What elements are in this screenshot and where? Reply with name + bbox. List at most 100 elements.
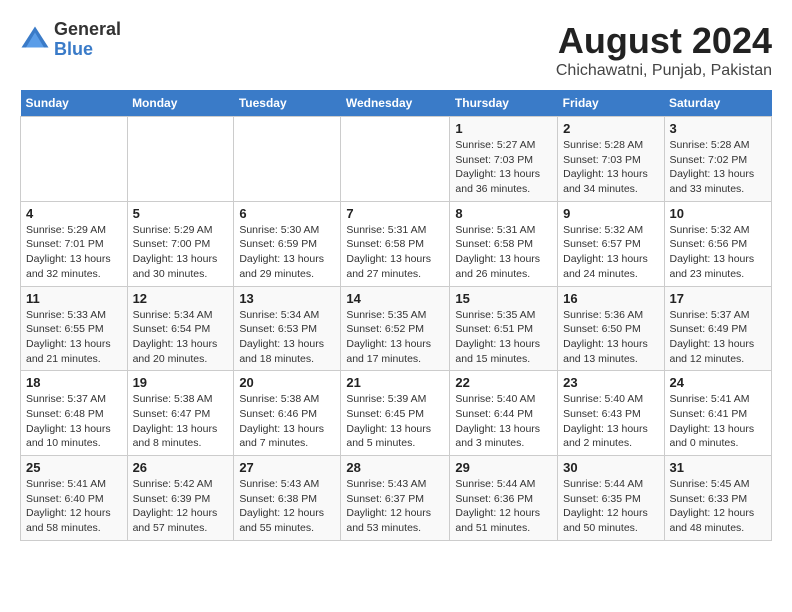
day-info: Sunrise: 5:33 AMSunset: 6:55 PMDaylight:… (26, 308, 122, 367)
calendar-cell: 13 Sunrise: 5:34 AMSunset: 6:53 PMDayligh… (234, 286, 341, 371)
day-info: Sunrise: 5:35 AMSunset: 6:52 PMDaylight:… (346, 308, 444, 367)
column-header-friday: Friday (558, 90, 664, 117)
day-info: Sunrise: 5:40 AMSunset: 6:44 PMDaylight:… (455, 392, 552, 451)
calendar-cell: 12 Sunrise: 5:34 AMSunset: 6:54 PMDayligh… (127, 286, 234, 371)
day-number: 12 (133, 291, 229, 306)
logo: General Blue (20, 20, 121, 60)
day-number: 3 (670, 121, 767, 136)
calendar-cell: 27Sunrise: 5:43 AMSunset: 6:38 PMDayligh… (234, 456, 341, 541)
calendar-week-4: 18Sunrise: 5:37 AMSunset: 6:48 PMDayligh… (21, 371, 772, 456)
calendar-cell: 26Sunrise: 5:42 AMSunset: 6:39 PMDayligh… (127, 456, 234, 541)
day-number: 27 (239, 460, 335, 475)
calendar-cell: 9 Sunrise: 5:32 AMSunset: 6:57 PMDaylight… (558, 201, 664, 286)
logo-blue: Blue (54, 40, 121, 60)
day-info: Sunrise: 5:31 AMSunset: 6:58 PMDaylight:… (455, 223, 552, 282)
day-number: 2 (563, 121, 658, 136)
day-info: Sunrise: 5:42 AMSunset: 6:39 PMDaylight:… (133, 477, 229, 536)
day-info: Sunrise: 5:32 AMSunset: 6:56 PMDaylight:… (670, 223, 767, 282)
calendar-cell: 20Sunrise: 5:38 AMSunset: 6:46 PMDayligh… (234, 371, 341, 456)
day-info: Sunrise: 5:28 AMSunset: 7:02 PMDaylight:… (670, 138, 767, 197)
day-info: Sunrise: 5:35 AMSunset: 6:51 PMDaylight:… (455, 308, 552, 367)
month-title: August 2024 (556, 20, 772, 62)
calendar-cell: 6 Sunrise: 5:30 AMSunset: 6:59 PMDaylight… (234, 201, 341, 286)
calendar-cell: 28 Sunrise: 5:43 AMSunset: 6:37 PMDayligh… (341, 456, 450, 541)
calendar-week-1: 1 Sunrise: 5:27 AMSunset: 7:03 PMDaylight… (21, 117, 772, 202)
calendar-cell: 24Sunrise: 5:41 AMSunset: 6:41 PMDayligh… (664, 371, 772, 456)
day-number: 11 (26, 291, 122, 306)
calendar-cell: 17Sunrise: 5:37 AMSunset: 6:49 PMDayligh… (664, 286, 772, 371)
day-number: 21 (346, 375, 444, 390)
calendar-cell: 11 Sunrise: 5:33 AMSunset: 6:55 PMDayligh… (21, 286, 128, 371)
day-info: Sunrise: 5:41 AMSunset: 6:40 PMDaylight:… (26, 477, 122, 536)
day-info: Sunrise: 5:40 AMSunset: 6:43 PMDaylight:… (563, 392, 658, 451)
day-number: 17 (670, 291, 767, 306)
logo-icon (20, 25, 50, 55)
day-number: 19 (133, 375, 229, 390)
calendar-cell (341, 117, 450, 202)
calendar-cell (21, 117, 128, 202)
calendar-cell: 10 Sunrise: 5:32 AMSunset: 6:56 PMDayligh… (664, 201, 772, 286)
calendar-cell (127, 117, 234, 202)
day-info: Sunrise: 5:34 AMSunset: 6:54 PMDaylight:… (133, 308, 229, 367)
calendar-cell: 18Sunrise: 5:37 AMSunset: 6:48 PMDayligh… (21, 371, 128, 456)
calendar-cell: 31 Sunrise: 5:45 AMSunset: 6:33 PMDayligh… (664, 456, 772, 541)
day-number: 29 (455, 460, 552, 475)
day-number: 7 (346, 206, 444, 221)
calendar-cell: 19 Sunrise: 5:38 AMSunset: 6:47 PMDayligh… (127, 371, 234, 456)
day-info: Sunrise: 5:34 AMSunset: 6:53 PMDaylight:… (239, 308, 335, 367)
column-header-monday: Monday (127, 90, 234, 117)
calendar-cell: 14 Sunrise: 5:35 AMSunset: 6:52 PMDayligh… (341, 286, 450, 371)
day-info: Sunrise: 5:44 AMSunset: 6:36 PMDaylight:… (455, 477, 552, 536)
day-info: Sunrise: 5:29 AMSunset: 7:00 PMDaylight:… (133, 223, 229, 282)
column-header-tuesday: Tuesday (234, 90, 341, 117)
calendar-week-3: 11 Sunrise: 5:33 AMSunset: 6:55 PMDayligh… (21, 286, 772, 371)
day-info: Sunrise: 5:36 AMSunset: 6:50 PMDaylight:… (563, 308, 658, 367)
day-info: Sunrise: 5:43 AMSunset: 6:37 PMDaylight:… (346, 477, 444, 536)
calendar-cell: 3 Sunrise: 5:28 AMSunset: 7:02 PMDaylight… (664, 117, 772, 202)
day-number: 10 (670, 206, 767, 221)
day-number: 30 (563, 460, 658, 475)
day-info: Sunrise: 5:32 AMSunset: 6:57 PMDaylight:… (563, 223, 658, 282)
day-info: Sunrise: 5:31 AMSunset: 6:58 PMDaylight:… (346, 223, 444, 282)
calendar-table: SundayMondayTuesdayWednesdayThursdayFrid… (20, 90, 772, 541)
calendar-cell: 4Sunrise: 5:29 AMSunset: 7:01 PMDaylight… (21, 201, 128, 286)
calendar-cell: 30Sunrise: 5:44 AMSunset: 6:35 PMDayligh… (558, 456, 664, 541)
column-header-wednesday: Wednesday (341, 90, 450, 117)
day-number: 8 (455, 206, 552, 221)
page-header: General Blue August 2024 Chichawatni, Pu… (20, 20, 772, 80)
calendar-cell: 1 Sunrise: 5:27 AMSunset: 7:03 PMDaylight… (450, 117, 558, 202)
day-number: 1 (455, 121, 552, 136)
calendar-cell: 22 Sunrise: 5:40 AMSunset: 6:44 PMDayligh… (450, 371, 558, 456)
day-info: Sunrise: 5:38 AMSunset: 6:47 PMDaylight:… (133, 392, 229, 451)
day-number: 5 (133, 206, 229, 221)
day-number: 9 (563, 206, 658, 221)
day-number: 14 (346, 291, 444, 306)
day-info: Sunrise: 5:28 AMSunset: 7:03 PMDaylight:… (563, 138, 658, 197)
day-info: Sunrise: 5:39 AMSunset: 6:45 PMDaylight:… (346, 392, 444, 451)
day-info: Sunrise: 5:38 AMSunset: 6:46 PMDaylight:… (239, 392, 335, 451)
day-info: Sunrise: 5:30 AMSunset: 6:59 PMDaylight:… (239, 223, 335, 282)
calendar-header-row: SundayMondayTuesdayWednesdayThursdayFrid… (21, 90, 772, 117)
day-number: 28 (346, 460, 444, 475)
day-number: 22 (455, 375, 552, 390)
calendar-cell: 21 Sunrise: 5:39 AMSunset: 6:45 PMDayligh… (341, 371, 450, 456)
calendar-cell: 2 Sunrise: 5:28 AMSunset: 7:03 PMDaylight… (558, 117, 664, 202)
day-number: 13 (239, 291, 335, 306)
location: Chichawatni, Punjab, Pakistan (556, 62, 772, 80)
day-info: Sunrise: 5:45 AMSunset: 6:33 PMDaylight:… (670, 477, 767, 536)
day-number: 6 (239, 206, 335, 221)
calendar-cell: 7 Sunrise: 5:31 AMSunset: 6:58 PMDaylight… (341, 201, 450, 286)
calendar-cell: 16 Sunrise: 5:36 AMSunset: 6:50 PMDayligh… (558, 286, 664, 371)
day-number: 31 (670, 460, 767, 475)
calendar-cell: 23 Sunrise: 5:40 AMSunset: 6:43 PMDayligh… (558, 371, 664, 456)
calendar-week-5: 25Sunrise: 5:41 AMSunset: 6:40 PMDayligh… (21, 456, 772, 541)
day-number: 16 (563, 291, 658, 306)
calendar-week-2: 4Sunrise: 5:29 AMSunset: 7:01 PMDaylight… (21, 201, 772, 286)
calendar-cell: 25Sunrise: 5:41 AMSunset: 6:40 PMDayligh… (21, 456, 128, 541)
title-block: August 2024 Chichawatni, Punjab, Pakista… (556, 20, 772, 80)
day-number: 18 (26, 375, 122, 390)
day-number: 23 (563, 375, 658, 390)
column-header-sunday: Sunday (21, 90, 128, 117)
calendar-cell: 5 Sunrise: 5:29 AMSunset: 7:00 PMDaylight… (127, 201, 234, 286)
day-info: Sunrise: 5:27 AMSunset: 7:03 PMDaylight:… (455, 138, 552, 197)
